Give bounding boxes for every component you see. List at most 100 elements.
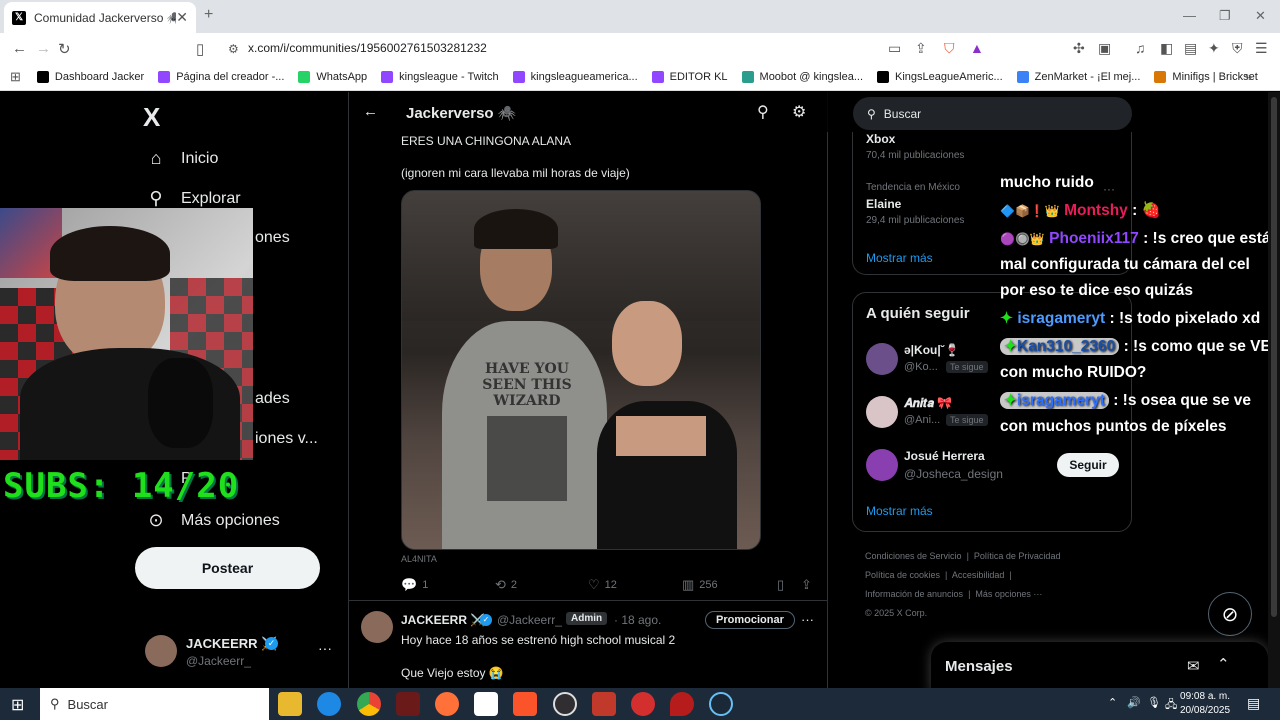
- post2-author-handle[interactable]: @Jackeerr_: [497, 613, 562, 627]
- capcut-icon[interactable]: [474, 692, 498, 716]
- reload-icon[interactable]: ↻: [58, 40, 71, 58]
- follow-name[interactable]: ə|Kou|˘🍷: [904, 343, 960, 357]
- terms-link[interactable]: Condiciones de Servicio: [865, 551, 962, 561]
- wallet-icon[interactable]: ▤: [1184, 40, 1197, 57]
- post-button[interactable]: Postear: [135, 547, 320, 589]
- repost-button[interactable]: ⟲ 2: [495, 577, 517, 593]
- windows-start-icon[interactable]: ⊞: [11, 695, 24, 715]
- nav-more-options[interactable]: ⊙ Más opciones: [145, 510, 279, 531]
- new-tab-icon[interactable]: +: [204, 6, 213, 24]
- volume-icon[interactable]: 🔊: [1127, 696, 1141, 709]
- brave-rewards-icon[interactable]: ▲: [970, 40, 984, 56]
- new-message-icon[interactable]: ✉: [1187, 657, 1200, 675]
- grok-button[interactable]: ⊘: [1208, 592, 1252, 636]
- extensions-icon[interactable]: ✣: [1073, 40, 1085, 57]
- messages-drawer[interactable]: Mensajes ✉ ⌃: [931, 642, 1268, 688]
- maximize-icon[interactable]: ❐: [1219, 8, 1231, 24]
- bookmark-item[interactable]: Minifigs | Brickset: [1154, 70, 1258, 83]
- reply-button[interactable]: 💬 1: [401, 577, 428, 593]
- nav-verified[interactable]: iones v...: [255, 430, 318, 448]
- scrollbar-thumb[interactable]: [1271, 97, 1277, 617]
- bookmark-item[interactable]: Página del creador -...: [158, 70, 284, 83]
- bookmark-item[interactable]: Moobot @ kingslea...: [741, 70, 863, 83]
- back-arrow-icon[interactable]: ←: [363, 103, 378, 120]
- bookmark-icon[interactable]: ▯: [196, 40, 204, 58]
- post2-author-name[interactable]: JACKEERR ⚔️: [401, 613, 485, 627]
- close-tab-icon[interactable]: ✕: [176, 9, 188, 26]
- bookmark-item[interactable]: kingsleagueamerica...: [512, 70, 638, 83]
- like-button[interactable]: ♡ 12: [588, 577, 617, 593]
- follow-avatar[interactable]: [866, 449, 898, 481]
- file-explorer-icon[interactable]: [278, 692, 302, 716]
- voicemeeter-icon[interactable]: [592, 692, 616, 716]
- nav-notifications[interactable]: ones: [255, 229, 290, 247]
- follow-avatar[interactable]: [866, 343, 898, 375]
- bookmark-item[interactable]: Dashboard Jacker: [36, 70, 144, 83]
- firefox-icon[interactable]: [435, 692, 459, 716]
- cookies-link[interactable]: Política de cookies: [865, 570, 940, 580]
- tab-search-icon[interactable]: ▣: [1098, 40, 1111, 57]
- url-text[interactable]: x.com/i/communities/1956002761503281232: [248, 41, 487, 55]
- forward-icon[interactable]: →: [36, 40, 51, 57]
- maps-pin-icon[interactable]: [670, 692, 694, 716]
- sidebar-icon[interactable]: ◧: [1160, 40, 1173, 57]
- nav-explore[interactable]: ⚲ Explorar: [145, 188, 240, 209]
- brave-shield-icon[interactable]: ⛉: [944, 40, 955, 57]
- back-icon[interactable]: ←: [12, 40, 27, 57]
- edge-icon[interactable]: [317, 692, 341, 716]
- bookmark-item[interactable]: kingsleague - Twitch: [381, 70, 499, 83]
- notifications-icon[interactable]: ▤: [1247, 695, 1260, 712]
- post2-more-icon[interactable]: ···: [801, 612, 814, 627]
- microphone-icon[interactable]: 🎙: [1147, 696, 1161, 709]
- system-clock[interactable]: 09:08 a. m. 20/08/2025: [1180, 690, 1230, 718]
- nav-communities[interactable]: ades: [255, 390, 290, 408]
- promote-button[interactable]: Promocionar: [705, 611, 795, 629]
- steam-icon[interactable]: [709, 692, 733, 716]
- minimize-icon[interactable]: —: [1183, 8, 1196, 23]
- share-post-button[interactable]: ⇪: [801, 577, 817, 593]
- account-switcher[interactable]: JACKEERR ⚔️ ✓ @Jackeerr_ ···: [145, 632, 340, 672]
- leo-ai-icon[interactable]: ✦: [1208, 40, 1220, 57]
- bookmark-item[interactable]: WhatsApp: [298, 70, 367, 83]
- follow-avatar[interactable]: [866, 396, 898, 428]
- post-photo[interactable]: HAVE YOU SEEN THIS WIZARD: [401, 190, 761, 550]
- site-info-icon[interactable]: ⚙: [228, 42, 239, 56]
- vpn-icon[interactable]: ⛨: [1232, 40, 1243, 57]
- app-icon[interactable]: [631, 692, 655, 716]
- cast-icon[interactable]: ▭: [888, 40, 901, 57]
- follow-button[interactable]: Seguir: [1057, 453, 1119, 477]
- settings-icon[interactable]: ⚙: [792, 102, 806, 122]
- network-icon[interactable]: 🖧: [1165, 696, 1177, 715]
- bookmark-item[interactable]: EDITOR KL: [651, 70, 728, 83]
- ads-info-link[interactable]: Información de anuncios: [865, 589, 963, 599]
- more-bookmarks-icon[interactable]: »: [1245, 69, 1252, 84]
- views-button[interactable]: ▥ 256: [682, 577, 718, 593]
- nav-home[interactable]: ⌂ Inicio: [145, 148, 219, 169]
- post2-avatar[interactable]: [361, 611, 393, 643]
- show-more-link[interactable]: Mostrar más: [866, 251, 933, 265]
- share-icon[interactable]: ⇪: [915, 40, 927, 57]
- trend-name[interactable]: Xbox: [866, 132, 895, 146]
- accessibility-link[interactable]: Accesibilidad: [952, 570, 1005, 580]
- media-icon[interactable]: ♫: [1135, 40, 1146, 56]
- expand-icon[interactable]: ⌃: [1217, 655, 1230, 673]
- bookmark-item[interactable]: KingsLeagueAmeric...: [877, 70, 1003, 83]
- page-scrollbar[interactable]: [1268, 92, 1280, 688]
- trend-name[interactable]: Elaine: [866, 197, 901, 211]
- search-input[interactable]: ⚲ Buscar: [853, 97, 1132, 130]
- bookmark-post-button[interactable]: ▯: [777, 577, 789, 593]
- browser-tab[interactable]: 𝕏 Comunidad Jackerverso 🕷️ / X ✕: [4, 2, 196, 33]
- profile-more-icon[interactable]: ···: [318, 640, 332, 656]
- taskbar-search[interactable]: ⚲ Buscar: [40, 688, 269, 720]
- valorant-icon[interactable]: [396, 692, 420, 716]
- window-close-icon[interactable]: ✕: [1255, 8, 1266, 24]
- brave-icon[interactable]: [513, 692, 537, 716]
- tray-expand-icon[interactable]: ⌃: [1108, 696, 1117, 709]
- follow-name[interactable]: 𝑨𝒏𝒊𝒕𝒂 🎀: [904, 396, 952, 411]
- apps-grid-icon[interactable]: ⊞: [10, 69, 21, 85]
- obs-icon[interactable]: [553, 692, 577, 716]
- x-logo-icon[interactable]: X: [143, 102, 160, 133]
- follow-name[interactable]: Josué Herrera: [904, 449, 985, 463]
- privacy-link[interactable]: Política de Privacidad: [974, 551, 1061, 561]
- more-options-link[interactable]: Más opciones ···: [975, 589, 1042, 599]
